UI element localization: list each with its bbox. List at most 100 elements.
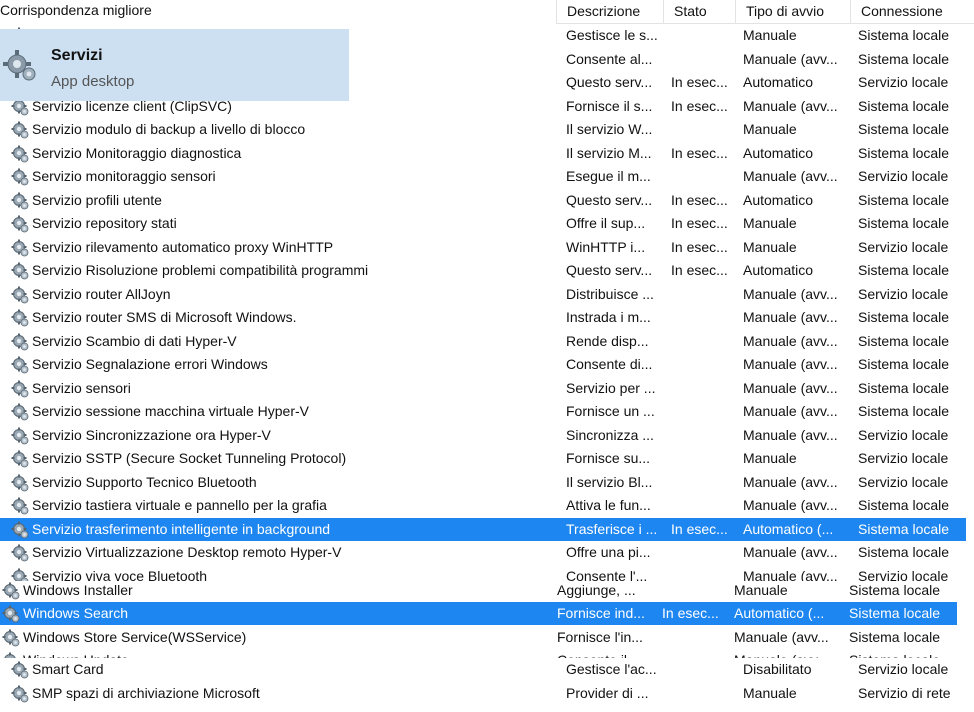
service-description: Consente di... [566, 356, 653, 372]
service-logon: Sistema locale [858, 191, 950, 208]
best-match-result[interactable] [0, 29, 349, 101]
service-row[interactable]: Servizio router AllJoyn Distribuisce ... M… [0, 283, 974, 306]
service-logon: Servizio locale [858, 426, 949, 443]
service-row[interactable]: Servizio router SMS di Microsoft Windows… [0, 306, 974, 329]
service-startup-type: Manuale (avv... [743, 426, 838, 443]
service-row[interactable]: SMP spazi di archiviazione Microsoft Prov… [0, 682, 974, 705]
service-name: Servizio Virtualizzazione Desktop remoto… [32, 544, 342, 560]
service-logon: Sistema locale [858, 309, 950, 325]
service-name: Servizio sessione macchina virtuale Hype… [32, 403, 309, 419]
service-status [671, 24, 735, 47]
service-startup-type: Manuale (avv... [743, 473, 838, 490]
services-gear-icon [2, 47, 38, 86]
service-gear-icon [11, 309, 29, 327]
service-description: Distribuisce ... [566, 285, 654, 302]
column-header-description[interactable]: Descrizione [556, 0, 663, 23]
service-status: In esec... [671, 97, 728, 114]
service-logon: Servizio locale [858, 285, 949, 302]
service-description: Aggiunge, ... [557, 582, 636, 598]
service-row[interactable]: Servizio Virtualizzazione Desktop remoto… [0, 541, 974, 564]
column-header-startup-type[interactable]: Tipo di avvio [735, 0, 850, 23]
service-row[interactable]: Servizio sessione macchina virtuale Hype… [0, 400, 974, 423]
service-logon: Sistema locale [858, 144, 950, 161]
service-logon: Sistema locale [858, 497, 950, 513]
service-logon: Servizio di rete [858, 684, 951, 701]
service-startup-type: Manuale [743, 684, 797, 701]
service-gear-icon [11, 145, 29, 163]
service-row[interactable]: Servizio profili utente Questo serv... In … [0, 189, 974, 212]
service-description: Questo serv... [566, 74, 653, 90]
service-startup-type: Manuale (avv... [734, 628, 829, 645]
service-logon: Sistema locale [858, 215, 950, 231]
service-startup-type: Manuale (avv... [743, 309, 838, 325]
service-startup-type: Automatico [743, 191, 814, 208]
column-header-status[interactable]: Stato [663, 0, 735, 23]
service-description: Esegue il m... [566, 168, 651, 184]
service-startup-type: Manuale (avv... [743, 356, 838, 372]
service-description: Il servizio Bl... [566, 473, 653, 490]
service-description: Consente al... [566, 50, 653, 67]
service-description: Offre il sup... [566, 215, 646, 231]
service-startup-type: Manuale (avv... [743, 403, 838, 419]
service-row[interactable]: Servizio rilevamento automatico proxy Wi… [0, 236, 974, 259]
service-startup-type: Manuale [743, 121, 797, 137]
service-row[interactable]: Windows Search Fornisce ind... In esec... A… [0, 602, 957, 626]
service-startup-type: Manuale (avv... [743, 97, 838, 114]
service-startup-type: Manuale [743, 450, 797, 466]
service-logon: Sistema locale [858, 379, 950, 396]
service-description: Il servizio W... [566, 121, 653, 137]
service-name: Servizio repository stati [32, 215, 177, 231]
service-row[interactable]: Windows Store Service(WSService) Fornisce… [0, 626, 974, 649]
service-status [671, 400, 735, 423]
service-gear-icon [11, 685, 29, 703]
service-status: In esec... [671, 520, 728, 537]
service-status [671, 306, 735, 329]
service-status: In esec... [671, 74, 728, 90]
service-row[interactable]: Servizio Scambio di dati Hyper-V Rende di… [0, 330, 974, 353]
service-gear-icon [11, 521, 29, 539]
service-row[interactable]: Servizio SSTP (Secure Socket Tunneling P… [0, 447, 974, 470]
service-name: Servizio Risoluzione problemi compatibil… [32, 262, 369, 278]
service-row[interactable]: Servizio sensori Servizio per ... Manuale … [0, 377, 974, 400]
service-row[interactable]: Servizio Supporto Tecnico Bluetooth Il se… [0, 471, 974, 494]
service-logon: Servizio locale [858, 661, 949, 677]
service-logon: Sistema locale [849, 649, 959, 658]
service-status [671, 447, 735, 470]
service-row[interactable]: Servizio Risoluzione problemi compatibil… [0, 259, 974, 282]
service-logon: Sistema locale [858, 544, 950, 560]
service-row[interactable]: Servizio Segnalazione errori Windows Cons… [0, 353, 974, 376]
service-startup-type: Manuale [743, 215, 797, 231]
service-logon: Servizio locale [858, 238, 949, 255]
service-status: In esec... [671, 238, 728, 255]
service-description: Questo serv... [566, 191, 653, 208]
service-row[interactable]: Servizio trasferimento intelligente in b… [0, 517, 966, 541]
service-row[interactable]: Windows Update Consente il ... Manuale (av… [0, 649, 974, 659]
service-row[interactable]: Servizio Sincronizzazione ora Hyper-V Sin… [0, 424, 974, 447]
service-description: Offre una pi... [566, 544, 651, 560]
service-logon: Sistema locale [858, 356, 950, 372]
service-row[interactable]: Smart Card Gestisce l'ac... Disabilitato Se… [0, 658, 974, 681]
service-name: Servizio Segnalazione errori Windows [32, 356, 268, 372]
service-logon: Servizio locale [858, 450, 949, 466]
service-description: Il servizio M... [566, 144, 652, 161]
service-row[interactable]: Servizio repository stati Offre il sup...… [0, 212, 974, 235]
service-row[interactable]: Servizio modulo di backup a livello di b… [0, 118, 974, 141]
column-header-logon[interactable]: Connessione [850, 0, 974, 23]
service-description: Fornisce ind... [557, 605, 645, 622]
service-name: Windows Installer [23, 582, 133, 598]
service-name: Servizio profili utente [32, 191, 162, 208]
service-name: Servizio router SMS di Microsoft Windows… [32, 309, 297, 325]
service-status: In esec... [671, 144, 728, 161]
service-row[interactable]: Servizio tastiera virtuale e pannello pe… [0, 494, 974, 517]
service-row[interactable]: Servizio Monitoraggio diagnostica Il serv… [0, 142, 974, 165]
service-status: In esec... [671, 191, 728, 208]
service-row[interactable]: Windows Installer Aggiunge, ... Manuale Sis… [0, 579, 974, 602]
service-gear-icon [11, 239, 29, 257]
service-gear-icon [11, 474, 29, 492]
service-row[interactable]: Servizio monitoraggio sensori Esegue il m… [0, 165, 974, 188]
service-status [662, 626, 726, 649]
service-startup-type: Manuale (avv... [743, 285, 838, 302]
service-status [671, 682, 735, 705]
service-description: Fornisce il s... [566, 97, 653, 114]
service-gear-icon [11, 380, 29, 398]
